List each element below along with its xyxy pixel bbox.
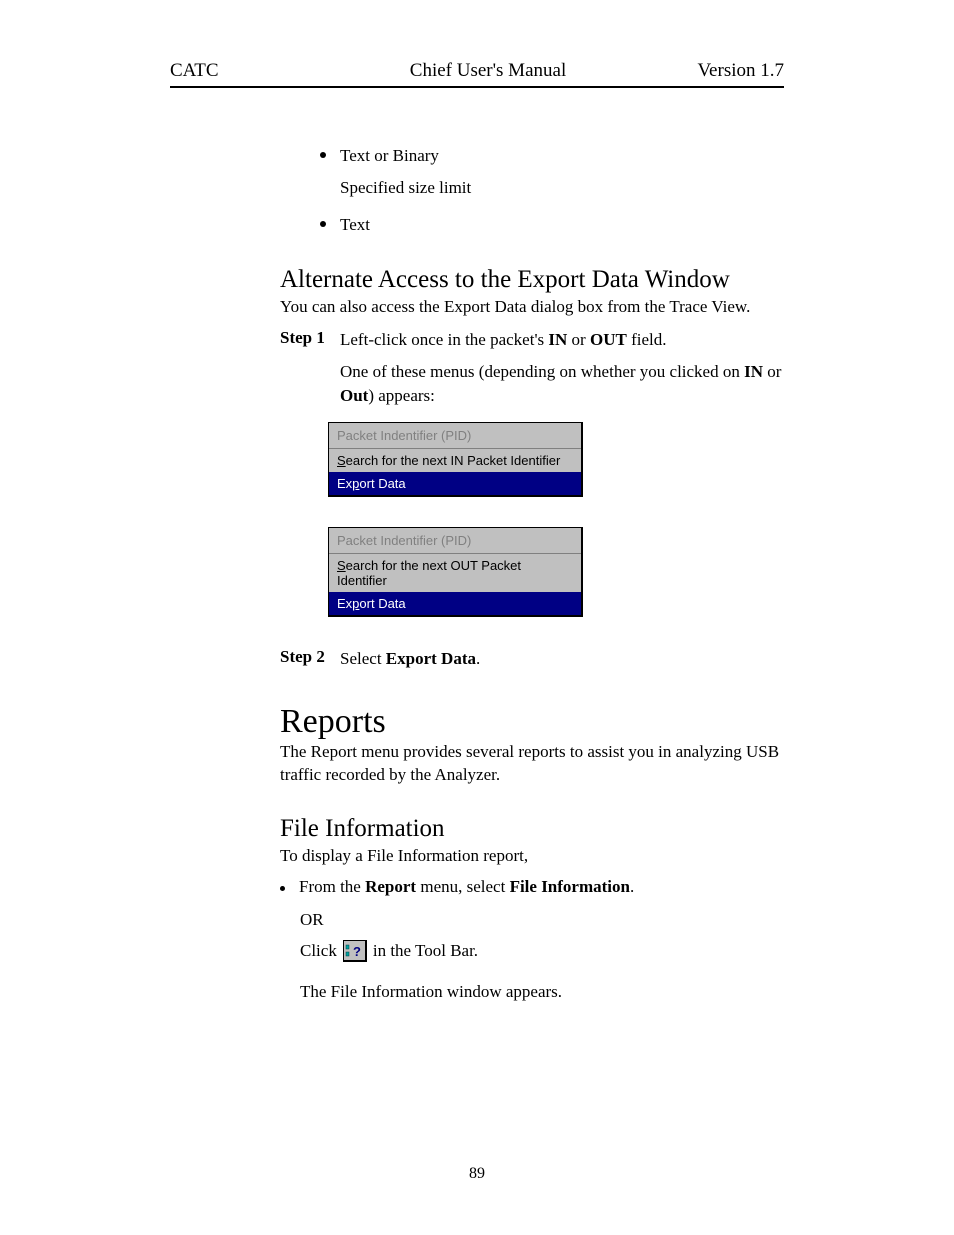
text: menu, select (416, 877, 509, 896)
menu-item-export-data[interactable]: Export Data (329, 472, 581, 495)
text: From the (299, 877, 365, 896)
text: field. (627, 330, 667, 349)
step-2: Step 2 Select Export Data. (280, 647, 784, 671)
step-1-sub: One of these menus (depending on whether… (340, 360, 784, 408)
text: Click (300, 936, 337, 967)
menu-item-search-in[interactable]: Search for the next IN Packet Identifier (329, 449, 581, 472)
step-body: Left-click once in the packet's IN or OU… (340, 328, 784, 352)
file-info-bullets: From the Report menu, select File Inform… (280, 877, 784, 897)
text: Ex (337, 596, 352, 611)
step-body: Select Export Data. (340, 647, 784, 671)
reports-intro: The Report menu provides several reports… (280, 741, 784, 787)
header-left: CATC (170, 60, 219, 82)
alt-access-intro: You can also access the Export Data dial… (280, 296, 784, 319)
text: . (630, 877, 634, 896)
menu-header: Packet Indentifier (PID) (329, 423, 581, 449)
file-info-sub: OR Click ? in the Tool Bar. The File Inf… (300, 905, 784, 1007)
text: or (567, 330, 590, 349)
top-bullet-list: Text or Binary Specified size limit Text (320, 143, 784, 238)
context-menu-in: Packet Indentifier (PID) Search for the … (328, 422, 583, 497)
or-text: OR (300, 905, 784, 936)
step-label: Step 1 (280, 328, 340, 352)
bold-in: IN (548, 330, 567, 349)
svg-text:?: ? (353, 944, 361, 959)
bold-out: OUT (590, 330, 627, 349)
context-menu-out: Packet Indentifier (PID) Search for the … (328, 527, 583, 617)
text: in the Tool Bar. (373, 936, 478, 967)
bullet-dot-icon (280, 886, 285, 891)
click-row: Click ? in the Tool Bar. (300, 936, 784, 967)
bullet-subtext: Specified size limit (340, 175, 784, 201)
page-header: CATC Chief User's Manual Version 1.7 (170, 60, 784, 88)
section-heading-file-info: File Information (280, 815, 784, 843)
text: Ex (337, 476, 352, 491)
bullet-dot-icon (320, 152, 326, 158)
mnemonic: S (337, 558, 346, 573)
menu-item-search-out[interactable]: Search for the next OUT Packet Identifie… (329, 554, 581, 592)
section-heading-reports: Reports (280, 703, 784, 741)
text: ) appears: (368, 386, 435, 405)
page-number: 89 (0, 1165, 954, 1183)
file-info-toolbar-icon[interactable]: ? (343, 940, 367, 962)
bullet-dot-icon (320, 221, 326, 227)
text: ort Data (359, 476, 405, 491)
text: . (476, 649, 480, 668)
bullet-text: Text (340, 212, 370, 238)
step-1: Step 1 Left-click once in the packet's I… (280, 328, 784, 352)
bullet-text: From the Report menu, select File Inform… (299, 877, 634, 897)
section-heading-alt-access: Alternate Access to the Export Data Wind… (280, 266, 784, 294)
page: CATC Chief User's Manual Version 1.7 Tex… (0, 0, 954, 1053)
bold-out: Out (340, 386, 368, 405)
header-center: Chief User's Manual (279, 60, 698, 82)
step-label: Step 2 (280, 647, 340, 671)
bold-report: Report (365, 877, 416, 896)
text: Left-click once in the packet's (340, 330, 548, 349)
text: Select (340, 649, 386, 668)
result-text: The File Information window appears. (300, 977, 784, 1008)
text: One of these menus (depending on whether… (340, 362, 744, 381)
bold-file-info: File Information (510, 877, 630, 896)
mnemonic: S (337, 453, 346, 468)
header-right: Version 1.7 (697, 60, 784, 82)
text: ort Data (359, 596, 405, 611)
text: earch for the next IN Packet Identifier (346, 453, 561, 468)
text: or (763, 362, 781, 381)
bold-in: IN (744, 362, 763, 381)
bullet-text: Text or Binary (340, 143, 439, 169)
file-info-intro: To display a File Information report, (280, 845, 784, 868)
menu-header: Packet Indentifier (PID) (329, 528, 581, 554)
bold-export: Export Data (386, 649, 476, 668)
text: earch for the next OUT Packet Identifier (337, 558, 521, 588)
menu-item-export-data[interactable]: Export Data (329, 592, 581, 615)
